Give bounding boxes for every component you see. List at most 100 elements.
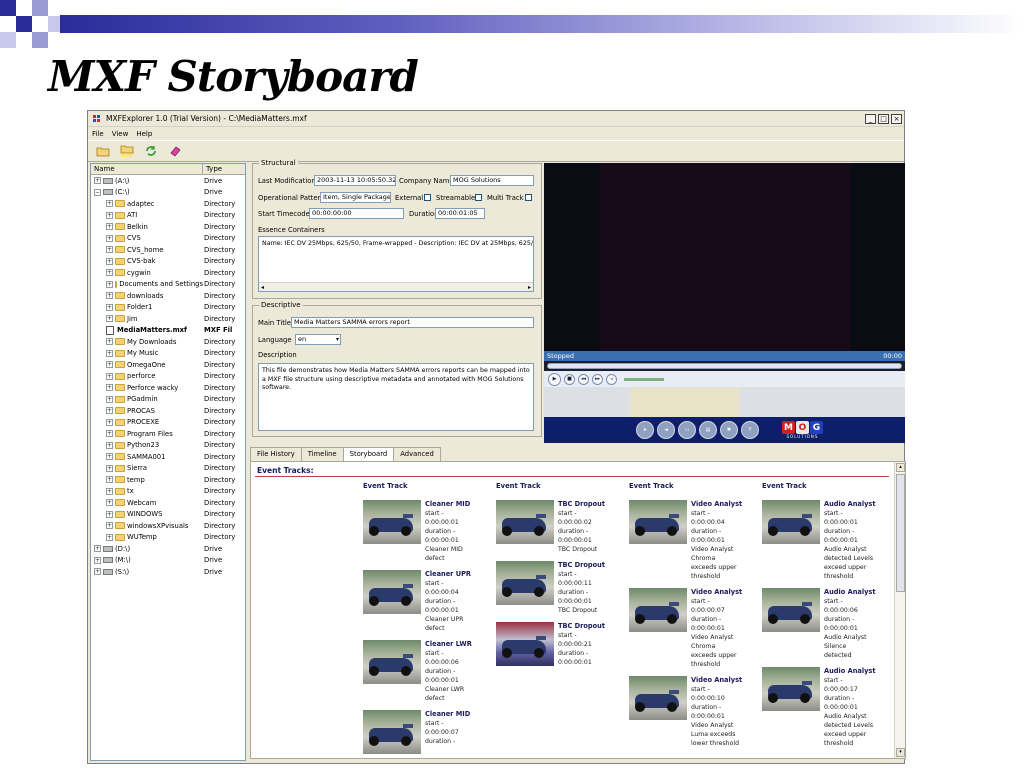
tool-arrow-icon[interactable]: ➤: [636, 421, 654, 439]
start-tc-field[interactable]: 00:00:00:00: [309, 208, 404, 219]
expand-toggle-icon[interactable]: +: [94, 556, 101, 564]
event-thumbnail[interactable]: [762, 588, 820, 632]
tool-back-icon[interactable]: ◄: [657, 421, 675, 439]
minimize-button[interactable]: _: [865, 113, 876, 124]
expand-toggle-icon[interactable]: +: [106, 338, 113, 346]
expand-toggle-icon[interactable]: +: [106, 349, 113, 357]
event-thumbnail[interactable]: [363, 570, 421, 614]
expand-toggle-icon[interactable]: +: [106, 453, 113, 461]
company-field[interactable]: MOG Solutions: [450, 175, 534, 186]
external-checkbox[interactable]: [424, 194, 431, 201]
mute-button[interactable]: ◃: [606, 373, 617, 385]
essence-hscrollbar[interactable]: ◂ ▸: [259, 282, 533, 291]
expand-toggle-icon[interactable]: +: [106, 234, 113, 242]
refresh-button[interactable]: [142, 142, 160, 160]
description-field[interactable]: This file demonstrates how Media Matters…: [258, 363, 534, 431]
scrollbar-thumb[interactable]: [896, 474, 905, 592]
tree-row[interactable]: + (M:\) Drive: [91, 555, 245, 567]
op-pattern-field[interactable]: Item, Single Package: [320, 192, 391, 203]
storyboard-vscrollbar[interactable]: ▴ ▾: [894, 462, 905, 758]
menu-view[interactable]: View: [112, 130, 129, 138]
event-card[interactable]: Video Analyst start - 0:00:00:07 duration -…: [629, 588, 757, 668]
duration-field[interactable]: 00:00:01:05: [435, 208, 485, 219]
tree-row[interactable]: + Documents and Settings Directory: [91, 279, 245, 291]
expand-toggle-icon[interactable]: +: [106, 407, 113, 415]
expand-toggle-icon[interactable]: +: [106, 430, 113, 438]
tab-file-history[interactable]: File History: [250, 447, 302, 461]
expand-toggle-icon[interactable]: +: [106, 303, 113, 311]
video-screen[interactable]: [544, 163, 905, 351]
forward-button[interactable]: ▸▸: [592, 373, 603, 385]
tree-row[interactable]: + CVS_home Directory: [91, 244, 245, 256]
expand-toggle-icon[interactable]: +: [106, 223, 113, 231]
expand-toggle-icon[interactable]: +: [106, 499, 113, 507]
expand-toggle-icon[interactable]: +: [106, 384, 113, 392]
scroll-left-icon[interactable]: ◂: [261, 284, 264, 291]
event-thumbnail[interactable]: [762, 667, 820, 711]
language-select[interactable]: en ▾: [295, 334, 341, 345]
tree-col-type[interactable]: Type: [203, 164, 222, 174]
tool-dv-icon[interactable]: ▤: [699, 421, 717, 439]
event-thumbnail[interactable]: [762, 500, 820, 544]
expand-toggle-icon[interactable]: +: [106, 280, 113, 288]
chevron-down-icon[interactable]: ▾: [336, 335, 339, 344]
tree-row[interactable]: + Perforce wacky Directory: [91, 382, 245, 394]
event-card[interactable]: Video Analyst start - 0:00:00:04 duration -…: [629, 500, 757, 580]
expand-toggle-icon[interactable]: +: [106, 372, 113, 380]
tool-fork-icon[interactable]: Y: [741, 421, 759, 439]
expand-toggle-icon[interactable]: +: [106, 315, 113, 323]
tab-timeline[interactable]: Timeline: [300, 447, 344, 461]
tree-row[interactable]: + CVS-bak Directory: [91, 256, 245, 268]
expand-toggle-icon[interactable]: +: [106, 487, 113, 495]
event-thumbnail[interactable]: [496, 500, 554, 544]
scroll-down-icon[interactable]: ▾: [896, 748, 905, 757]
tree-row[interactable]: + CVS Directory: [91, 233, 245, 245]
expand-toggle-icon[interactable]: +: [94, 177, 101, 185]
scroll-right-icon[interactable]: ▸: [528, 284, 531, 291]
event-thumbnail[interactable]: [363, 710, 421, 754]
expand-toggle-icon[interactable]: +: [106, 292, 113, 300]
event-card[interactable]: TBC Dropout start - 0:00:00:02 duration - 0:…: [496, 500, 624, 566]
event-card[interactable]: Cleaner LWR start - 0:00:00:06 duration - 0:…: [363, 640, 491, 706]
tree-row[interactable]: − (C:\) Drive: [91, 187, 245, 199]
expand-toggle-icon[interactable]: +: [106, 211, 113, 219]
tree-row[interactable]: + Program Files Directory: [91, 428, 245, 440]
tree-row[interactable]: + windowsXPvisuals Directory: [91, 520, 245, 532]
expand-toggle-icon[interactable]: +: [94, 568, 101, 576]
tool-clip-icon[interactable]: ▭: [678, 421, 696, 439]
expand-toggle-icon[interactable]: +: [94, 545, 101, 553]
expand-toggle-icon[interactable]: +: [106, 361, 113, 369]
rewind-button[interactable]: ◂◂: [578, 373, 589, 385]
play-button[interactable]: ▶: [548, 372, 561, 386]
tab-storyboard[interactable]: Storyboard: [342, 447, 395, 461]
tree-row[interactable]: + temp Directory: [91, 474, 245, 486]
tree-row[interactable]: + Python23 Directory: [91, 440, 245, 452]
event-card[interactable]: Audio Analyst start - 0:00:00:17 duration -…: [762, 667, 890, 747]
event-thumbnail[interactable]: [496, 622, 554, 666]
expand-toggle-icon[interactable]: +: [106, 522, 113, 530]
seek-bar[interactable]: [547, 363, 902, 369]
eraser-button[interactable]: [166, 142, 184, 160]
close-button[interactable]: ×: [891, 113, 902, 124]
event-card[interactable]: TBC Dropout start - 0:00:00:21 duration - 0:…: [496, 622, 624, 688]
expand-toggle-icon[interactable]: +: [106, 476, 113, 484]
event-card[interactable]: Cleaner MID start - 0:00:00:07 duration -: [363, 710, 491, 758]
scroll-up-icon[interactable]: ▴: [896, 463, 905, 472]
tree-row[interactable]: + (A:\) Drive: [91, 175, 245, 187]
tree-row[interactable]: MediaMatters.mxf MXF Fil: [91, 325, 245, 337]
event-card[interactable]: Video Analyst start - 0:00:00:10 duration -…: [629, 676, 757, 747]
tree-row[interactable]: + WINDOWS Directory: [91, 509, 245, 521]
open-folder-button[interactable]: [94, 142, 112, 160]
event-card[interactable]: Cleaner MID start - 0:00:00:01 duration - 0:…: [363, 500, 491, 566]
tree-row[interactable]: + SAMMA001 Directory: [91, 451, 245, 463]
tree-row[interactable]: + Folder1 Directory: [91, 302, 245, 314]
essence-item[interactable]: Name: IEC DV 25Mbps, 625/50, Frame-wrapp…: [262, 240, 533, 249]
tree-row[interactable]: + Jim Directory: [91, 313, 245, 325]
tree-row[interactable]: + ATI Directory: [91, 210, 245, 222]
event-card[interactable]: Cleaner UPR start - 0:00:00:04 duration - 0:…: [363, 570, 491, 636]
tree-col-name[interactable]: Name: [91, 164, 203, 174]
expand-toggle-icon[interactable]: +: [106, 269, 113, 277]
event-thumbnail[interactable]: [496, 561, 554, 605]
expand-toggle-icon[interactable]: +: [106, 533, 113, 541]
tree-row[interactable]: + Sierra Directory: [91, 463, 245, 475]
